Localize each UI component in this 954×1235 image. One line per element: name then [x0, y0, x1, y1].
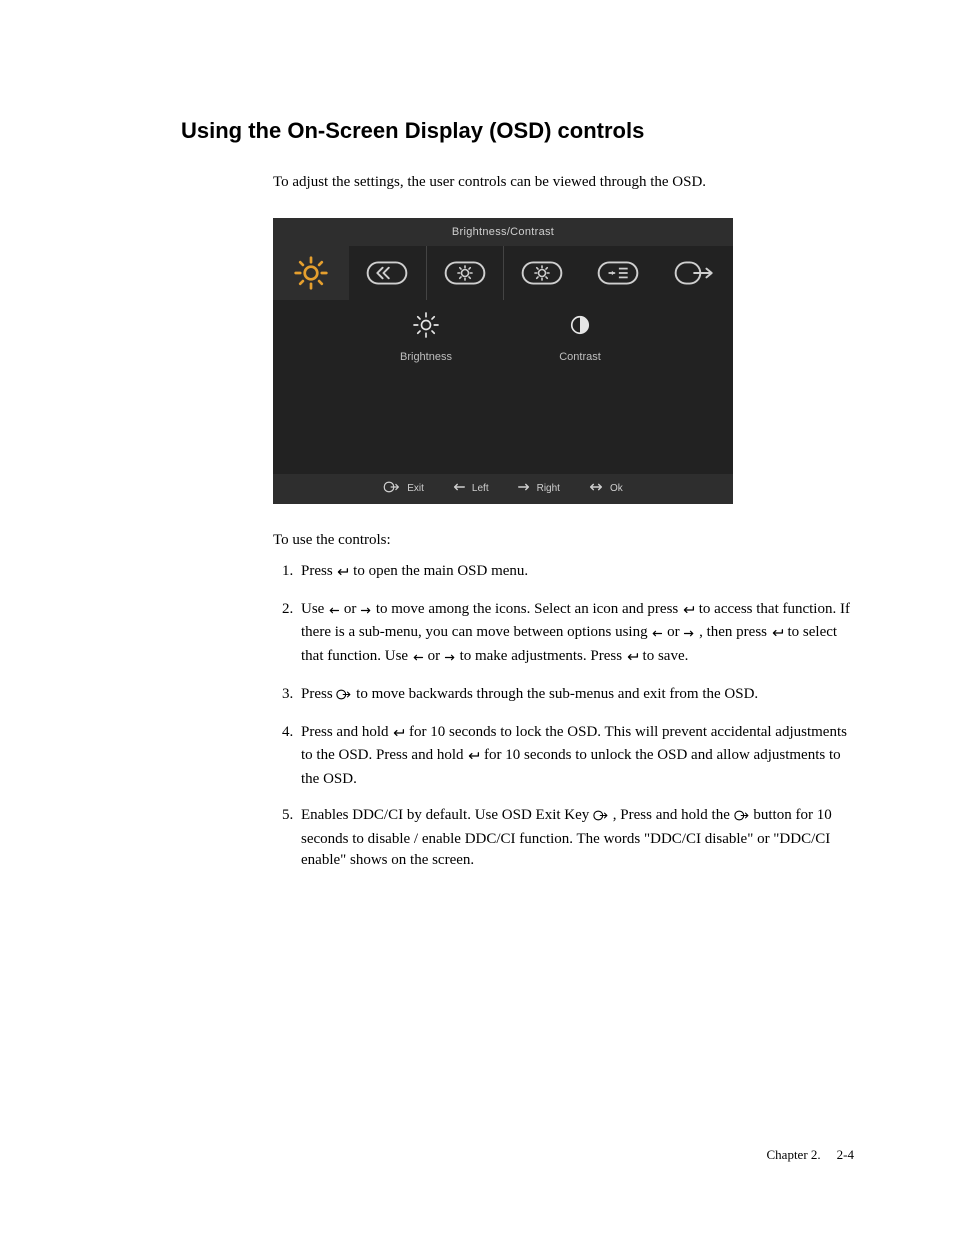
enter-icon — [771, 624, 784, 646]
osd-footer-right: Right — [537, 483, 560, 494]
exit-icon — [673, 258, 717, 288]
osd-option-contrast[interactable]: Contrast — [503, 310, 657, 474]
exit-icon — [734, 807, 750, 829]
enter-icon — [392, 724, 405, 746]
osd-footer-exit: Exit — [407, 483, 424, 494]
arrow-both-icon — [588, 482, 604, 495]
osd-option-label: Contrast — [559, 351, 601, 363]
sun-icon — [411, 310, 441, 343]
steps-list: Press to open the main OSD menu. Use or … — [273, 561, 854, 872]
monitor-sun-icon — [520, 258, 564, 288]
arrow-right-icon — [683, 624, 695, 646]
step-2: Use or to move among the icons. Select a… — [297, 599, 854, 670]
osd-tab-brightness[interactable] — [273, 246, 349, 300]
osd-tab-exit[interactable] — [657, 246, 733, 300]
exit-icon — [336, 686, 352, 708]
osd-tab-image-props[interactable] — [504, 246, 580, 300]
intro-text: To adjust the settings, the user control… — [273, 172, 854, 194]
page-number: 2-4 — [837, 1147, 854, 1162]
step-4: Press and hold for 10 seconds to lock th… — [297, 722, 854, 791]
monitor-list-icon — [596, 258, 640, 288]
contrast-icon — [565, 310, 595, 343]
osd-tab-row — [273, 246, 733, 300]
osd-footer-ok: Ok — [610, 483, 623, 494]
osd-tab-image-setup[interactable] — [427, 246, 503, 300]
osd-tab-image-position[interactable] — [349, 246, 425, 300]
list-lead: To use the controls: — [273, 532, 854, 549]
exit-icon — [383, 481, 401, 496]
chapter-label: Chapter 2. — [767, 1147, 821, 1162]
step-3: Press to move backwards through the sub-… — [297, 684, 854, 708]
step-1: Press to open the main OSD menu. — [297, 561, 854, 585]
arrow-left-icon — [412, 648, 424, 670]
enter-icon — [467, 747, 480, 769]
osd-option-label: Brightness — [400, 351, 452, 363]
osd-title: Brightness/Contrast — [273, 218, 733, 246]
monitor-sun-icon — [443, 258, 487, 288]
osd-footer: Exit Left Right Ok — [273, 474, 733, 504]
page-footer: Chapter 2. 2-4 — [767, 1147, 855, 1163]
osd-tab-options[interactable] — [580, 246, 656, 300]
osd-footer-left: Left — [472, 483, 489, 494]
arrow-right-icon — [517, 482, 531, 495]
osd-option-brightness[interactable]: Brightness — [349, 310, 503, 474]
enter-icon — [336, 563, 349, 585]
exit-icon — [593, 807, 609, 829]
sun-icon — [293, 255, 329, 291]
enter-icon — [626, 648, 639, 670]
arrow-left-icon — [651, 624, 663, 646]
arrow-left-icon — [328, 601, 340, 623]
osd-screenshot: Brightness/Contrast Brightness Contrast — [273, 218, 733, 504]
arrow-left-icon — [452, 482, 466, 495]
monitor-chevrons-icon — [365, 258, 409, 288]
arrow-right-icon — [360, 601, 372, 623]
step-5: Enables DDC/CI by default. Use OSD Exit … — [297, 805, 854, 872]
arrow-right-icon — [444, 648, 456, 670]
page-heading: Using the On-Screen Display (OSD) contro… — [181, 118, 854, 144]
enter-icon — [682, 601, 695, 623]
